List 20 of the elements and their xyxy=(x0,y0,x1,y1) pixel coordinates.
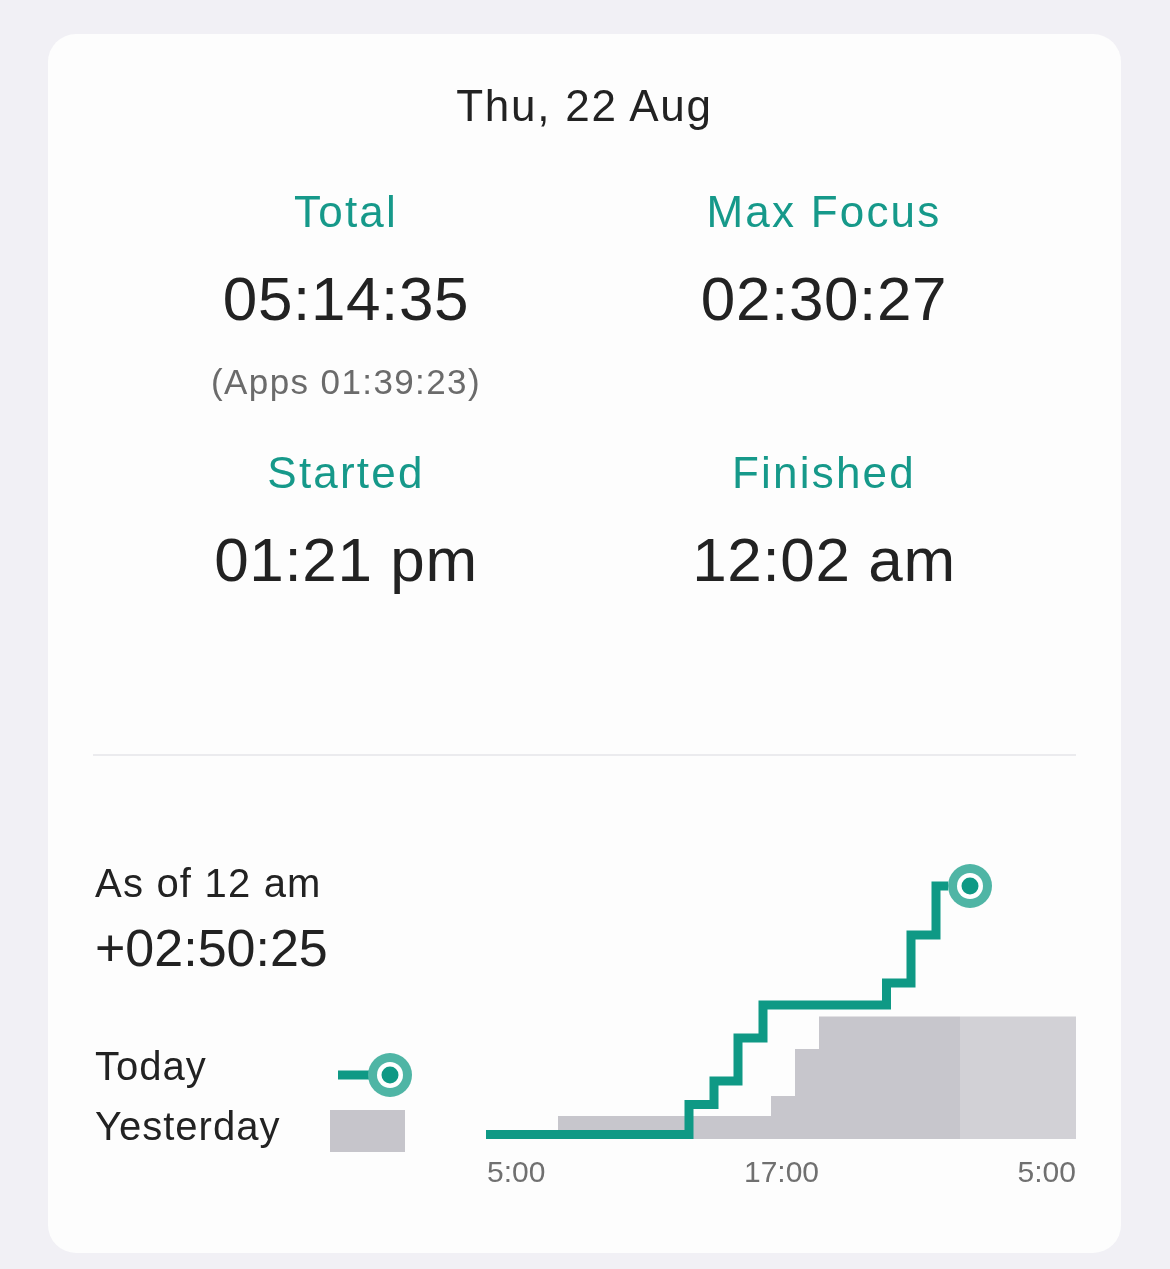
swatch-icon xyxy=(330,1110,405,1152)
line-marker-icon xyxy=(338,1053,412,1097)
stat-note: (Apps 01:39:23) xyxy=(210,361,482,403)
stat-label: Finished xyxy=(732,447,916,499)
stat-value: 02:30:27 xyxy=(700,263,948,335)
stat-label: Total xyxy=(294,186,398,238)
end-marker-icon xyxy=(948,864,992,908)
stat-value: 12:02 am xyxy=(692,524,956,596)
stat-value: 01:21 pm xyxy=(214,524,478,596)
date-title: Thu, 22 Aug xyxy=(456,80,713,132)
stat-label: Max Focus xyxy=(706,186,942,238)
stat-label: Started xyxy=(267,447,425,499)
comparison-caption: As of 12 am xyxy=(94,860,322,907)
legend-label: Today xyxy=(95,1044,207,1088)
axis-label: 5:00 xyxy=(487,1154,546,1190)
axis-label: 5:00 xyxy=(1017,1154,1076,1190)
legend-label: Yesterday xyxy=(95,1104,281,1148)
comparison-difference: +02:50:25 xyxy=(94,918,328,978)
axis-label: 17:00 xyxy=(743,1154,820,1190)
stat-value: 05:14:35 xyxy=(222,263,470,335)
